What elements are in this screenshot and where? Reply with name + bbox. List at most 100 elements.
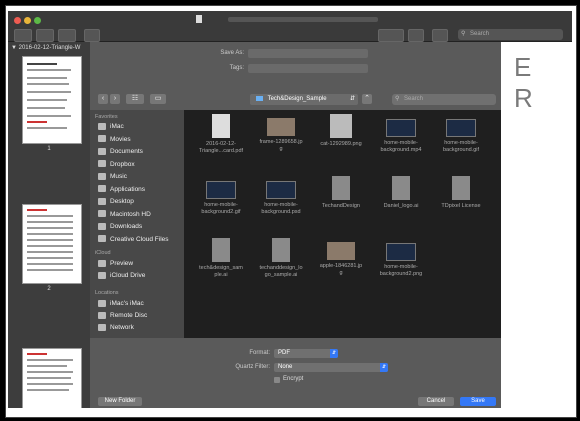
- file-name: cat-1292989.png: [320, 141, 362, 147]
- disk-icon: [98, 311, 106, 319]
- sidebar-item-label: Remote Disc: [110, 312, 148, 319]
- disclosure-triangle-icon[interactable]: ▼: [11, 45, 17, 51]
- save-button[interactable]: Save: [460, 397, 496, 406]
- sidebar-item-label: iMac's iMac: [110, 300, 144, 307]
- annotate-button[interactable]: [432, 29, 448, 42]
- toolbar-search-field[interactable]: ⚲ Search: [458, 29, 563, 40]
- new-folder-button[interactable]: New Folder: [98, 397, 142, 406]
- file-item[interactable]: tech&design_sam ple.ai: [190, 238, 252, 279]
- page-thumbnail-1[interactable]: [22, 56, 82, 144]
- sidebar-item[interactable]: Applications: [98, 185, 184, 195]
- minimize-window-button[interactable]: [24, 17, 31, 24]
- expand-button[interactable]: ⌃: [362, 94, 372, 104]
- file-item[interactable]: techanddesign_lo go_sample.ai: [250, 238, 312, 279]
- file-item[interactable]: home-mobile- background.gif: [430, 114, 492, 154]
- document-page-preview: E R: [496, 42, 572, 408]
- file-item[interactable]: home-mobile- background.psd: [250, 176, 312, 216]
- sidebar-item-label: Creative Cloud Files: [110, 235, 169, 243]
- sidebar-item[interactable]: Movies: [98, 135, 184, 145]
- video-file-icon: [446, 119, 476, 137]
- format-label: Format:: [249, 350, 270, 356]
- file-name: 2016-02-12- Triangle...card.pdf: [198, 141, 244, 154]
- disk-icon: [98, 299, 106, 307]
- image-file-icon: [330, 114, 352, 138]
- sidebar-item[interactable]: Macintosh HD: [98, 210, 184, 220]
- sidebar-item-label: Dropbox: [110, 160, 135, 168]
- location-popup[interactable]: Tech&Design_Sample ⇵: [250, 94, 358, 105]
- file-name: home-mobile- background2.png: [379, 264, 423, 277]
- sidebar-item[interactable]: iMac: [98, 122, 184, 132]
- save-as-label: Save As:: [220, 50, 244, 56]
- page-number-2: 2: [47, 286, 51, 292]
- video-file-icon: [386, 243, 416, 261]
- document-file-icon: [212, 238, 230, 262]
- sidebar-item[interactable]: Preview: [98, 259, 184, 269]
- sidebar-item[interactable]: Network: [98, 323, 184, 333]
- markup-button[interactable]: [378, 29, 404, 42]
- locations-header: Locations: [95, 290, 119, 296]
- file-name: frame-1289658.jp g: [259, 139, 303, 152]
- rotate-button[interactable]: [408, 29, 424, 42]
- file-name: apple-1846281.jp g: [319, 263, 363, 276]
- dialog-search-field[interactable]: ⚲ Search: [392, 94, 496, 105]
- sidebar-item[interactable]: iCloud Drive: [98, 271, 184, 281]
- sidebar-item[interactable]: Documents: [98, 147, 184, 157]
- page-thumbnail-3[interactable]: [22, 348, 82, 408]
- tags-label: Tags:: [229, 65, 244, 71]
- file-name: home-mobile- background.gif: [442, 140, 480, 153]
- document-icon: [196, 15, 202, 23]
- sidebar-item[interactable]: Downloads: [98, 222, 184, 232]
- file-item[interactable]: home-mobile- background2.gif: [190, 176, 252, 216]
- page-thumbnail-2[interactable]: [22, 204, 82, 284]
- encrypt-label: Encrypt: [283, 376, 304, 382]
- file-item[interactable]: home-mobile- background.mp4: [370, 114, 432, 154]
- file-item[interactable]: TechandDesign: [310, 176, 372, 210]
- view-options-button[interactable]: ☷: [126, 94, 144, 104]
- save-sheet: Save As: Tags: ‹ › ☷ ▭ Tech&Design_Sampl…: [90, 42, 501, 408]
- back-button[interactable]: ‹: [98, 94, 108, 104]
- sidebar-item-label: Music: [110, 173, 127, 180]
- folder-icon: [98, 147, 106, 155]
- browser-toolbar: ‹ › ☷ ▭ Tech&Design_Sample ⇵ ⌃ ⚲ Search: [90, 91, 501, 107]
- zoom-out-button[interactable]: [36, 29, 54, 42]
- zoom-in-button[interactable]: [58, 29, 76, 42]
- tags-field[interactable]: [248, 64, 368, 73]
- share-button[interactable]: [84, 29, 100, 42]
- file-item[interactable]: 2016-02-12- Triangle...card.pdf: [190, 114, 252, 155]
- sidebar-item[interactable]: Creative Cloud Files: [98, 235, 184, 245]
- forward-button[interactable]: ›: [110, 94, 120, 104]
- file-item[interactable]: home-mobile- background2.png: [370, 238, 432, 278]
- file-item[interactable]: Daniel_logo.ai: [370, 176, 432, 210]
- sidebar-item[interactable]: Dropbox: [98, 160, 184, 170]
- chevron-updown-icon: ⇵: [330, 349, 338, 358]
- format-popup[interactable]: PDF ⇵: [274, 349, 338, 358]
- save-as-field[interactable]: [248, 49, 368, 58]
- sidebar-item-label: iMac: [110, 123, 124, 130]
- folder-icon: [98, 172, 106, 180]
- zoom-window-button[interactable]: [34, 17, 41, 24]
- sidebar-item[interactable]: Remote Disc: [98, 311, 184, 321]
- sidebar-item[interactable]: Music: [98, 172, 184, 182]
- file-name: home-mobile- background2.gif: [201, 202, 241, 215]
- file-name: tech&design_sam ple.ai: [199, 265, 243, 278]
- file-name: Daniel_logo.ai: [383, 203, 419, 209]
- file-item[interactable]: apple-1846281.jp g: [310, 238, 372, 277]
- file-item[interactable]: cat-1292989.png: [310, 114, 372, 148]
- sidebar-item[interactable]: iMac's iMac: [98, 299, 184, 309]
- preview-window: ⚲ Search ▼ 2016-02-12-Triangle-W 1 2 E R…: [8, 11, 572, 408]
- folder-icon: [256, 95, 263, 101]
- cloud-icon: [98, 259, 106, 267]
- quartz-filter-popup[interactable]: None ⇵: [274, 363, 388, 372]
- new-folder-icon-button[interactable]: ▭: [150, 94, 166, 104]
- folder-icon: [98, 185, 106, 193]
- cancel-button[interactable]: Cancel: [418, 397, 454, 406]
- sidebar-item[interactable]: Desktop: [98, 197, 184, 207]
- folder-icon: [98, 160, 106, 168]
- encrypt-checkbox[interactable]: [274, 377, 280, 383]
- file-item[interactable]: frame-1289658.jp g: [250, 114, 312, 153]
- logo-file-icon: [272, 238, 290, 262]
- file-item[interactable]: TDpixel License: [430, 176, 492, 210]
- close-window-button[interactable]: [14, 17, 21, 24]
- folder-icon: [98, 197, 106, 205]
- sidebar-toggle-button[interactable]: [14, 29, 32, 42]
